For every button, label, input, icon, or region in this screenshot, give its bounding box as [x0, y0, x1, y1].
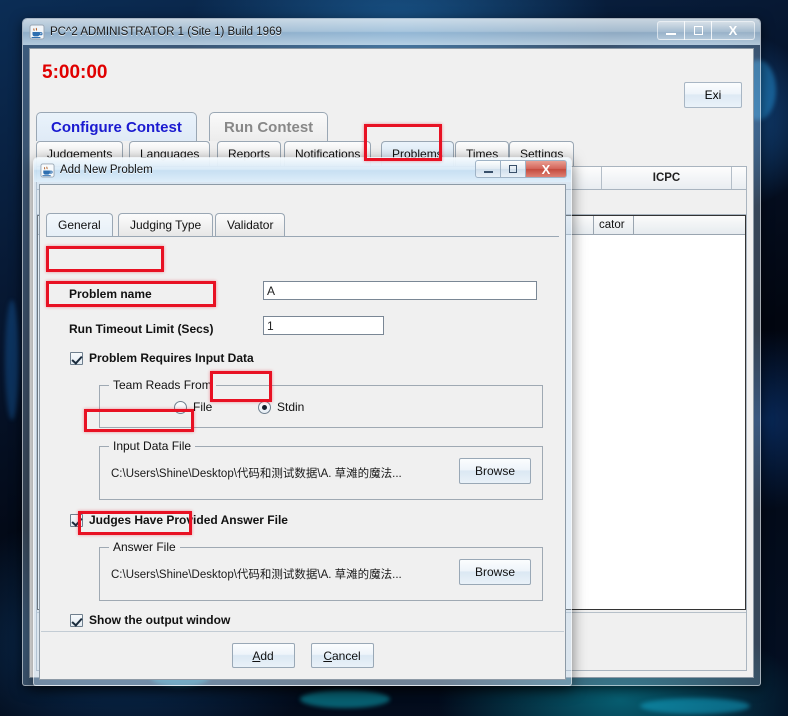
close-button[interactable]: X — [711, 21, 755, 40]
show-output-window-checkbox[interactable] — [70, 613, 83, 627]
tab-run-contest-label: Run Contest — [224, 118, 314, 136]
tab-configure-contest-label: Configure Contest — [51, 118, 182, 136]
dialog-button-bar: Add Cancel — [41, 631, 564, 679]
dialog-maximize-button[interactable] — [500, 160, 526, 178]
stdin-radio-label: Stdin — [277, 400, 305, 414]
list-col-validator[interactable]: cator — [594, 216, 634, 234]
answer-file-checkbox-row[interactable]: Judges Have Provided Answer File — [70, 513, 288, 527]
show-output-window-row[interactable]: Show the output window — [70, 613, 230, 627]
close-icon: X — [728, 23, 738, 38]
team-reads-from-group: Team Reads From File Stdin — [99, 378, 543, 428]
add-new-problem-dialog: Add New Problem X General Judging Type V… — [33, 157, 572, 686]
requires-input-data-checkbox-row[interactable]: Problem Requires Input Data — [70, 351, 254, 365]
cancel-button[interactable]: Cancel — [310, 643, 374, 668]
problem-name-label: Problem name — [69, 287, 152, 301]
exit-button[interactable]: Exi — [684, 82, 742, 108]
stdin-radio[interactable] — [258, 400, 271, 414]
maximize-button[interactable] — [684, 21, 712, 40]
dialog-body: General Judging Type Validator Problem n… — [39, 184, 566, 680]
contest-clock: 5:00:00 — [42, 62, 108, 83]
minimize-icon — [483, 171, 493, 173]
minimize-icon — [666, 32, 676, 35]
file-radio[interactable] — [174, 400, 187, 414]
dialog-general-pane: Problem name A Run Timeout Limit (Secs) … — [41, 237, 564, 658]
answer-file-group: Answer File C:\Users\Shine\Desktop\代码和测试… — [99, 540, 543, 601]
tab-judging-type-label: Judging Type — [130, 218, 202, 232]
toplevel-tab-bar: Configure Contest Run Contest — [36, 112, 747, 141]
team-reads-from-label: Team Reads From — [109, 378, 216, 392]
dialog-tab-bar: General Judging Type Validator — [46, 213, 559, 237]
run-timeout-input[interactable]: 1 — [263, 316, 384, 335]
java-coffee-cup-icon — [40, 162, 55, 178]
list-col-3[interactable] — [634, 216, 745, 234]
tab-configure-contest[interactable]: Configure Contest — [36, 112, 197, 141]
close-icon: X — [541, 161, 551, 177]
cancel-button-mnemonic: C — [323, 648, 332, 663]
run-timeout-label: Run Timeout Limit (Secs) — [69, 322, 214, 336]
answer-file-path: C:\Users\Shine\Desktop\代码和测试数据\A. 草滩的魔法.… — [111, 569, 402, 581]
maximize-icon — [509, 165, 517, 173]
input-data-file-label: Input Data File — [109, 439, 196, 453]
dialog-title: Add New Problem — [60, 164, 153, 176]
file-radio-label: File — [193, 400, 213, 414]
problems-col-icpc[interactable]: ICPC — [602, 167, 732, 189]
java-coffee-cup-icon — [29, 24, 45, 40]
tab-general[interactable]: General — [46, 213, 113, 236]
tab-general-label: General — [58, 218, 101, 232]
show-output-window-label: Show the output window — [89, 613, 231, 627]
dialog-titlebar[interactable]: Add New Problem X — [34, 158, 571, 182]
requires-input-data-label: Problem Requires Input Data — [89, 351, 254, 365]
main-window-titlebar[interactable]: PC^2 ADMINISTRATOR 1 (Site 1) Build 1969… — [23, 19, 760, 45]
tab-run-contest[interactable]: Run Contest — [209, 112, 329, 141]
tab-validator-label: Validator — [227, 218, 274, 232]
dialog-window-controls: X — [475, 160, 567, 178]
requires-input-data-checkbox[interactable] — [70, 351, 83, 365]
radio-file-row[interactable]: File — [174, 400, 212, 414]
radio-stdin-row[interactable]: Stdin — [258, 400, 304, 414]
add-button-mnemonic: A — [252, 648, 261, 663]
answer-browse-button[interactable]: Browse — [459, 559, 531, 585]
dialog-minimize-button[interactable] — [475, 160, 501, 178]
add-button[interactable]: Add — [231, 643, 295, 668]
answer-file-checkbox-label: Judges Have Provided Answer File — [89, 513, 288, 527]
maximize-icon — [693, 26, 703, 35]
input-data-file-path: C:\Users\Shine\Desktop\代码和测试数据\A. 草滩的魔法.… — [111, 468, 402, 480]
cancel-button-label-rest: ancel — [331, 648, 361, 663]
tab-judging-type[interactable]: Judging Type — [118, 213, 214, 236]
tab-validator[interactable]: Validator — [215, 213, 286, 236]
main-window-title: PC^2 ADMINISTRATOR 1 (Site 1) Build 1969 — [50, 26, 282, 38]
main-window-controls: X — [657, 21, 755, 40]
input-data-file-group: Input Data File C:\Users\Shine\Desktop\代… — [99, 439, 543, 500]
input-data-browse-button[interactable]: Browse — [459, 458, 531, 484]
problems-col-3[interactable] — [732, 167, 746, 189]
minimize-button[interactable] — [657, 21, 685, 40]
dialog-close-button[interactable]: X — [525, 160, 567, 178]
answer-file-label: Answer File — [109, 540, 180, 554]
dialog-top-gap — [40, 185, 565, 213]
problem-name-input[interactable]: A — [263, 281, 537, 300]
add-button-label-rest: dd — [260, 648, 274, 663]
answer-file-checkbox[interactable] — [70, 513, 83, 527]
